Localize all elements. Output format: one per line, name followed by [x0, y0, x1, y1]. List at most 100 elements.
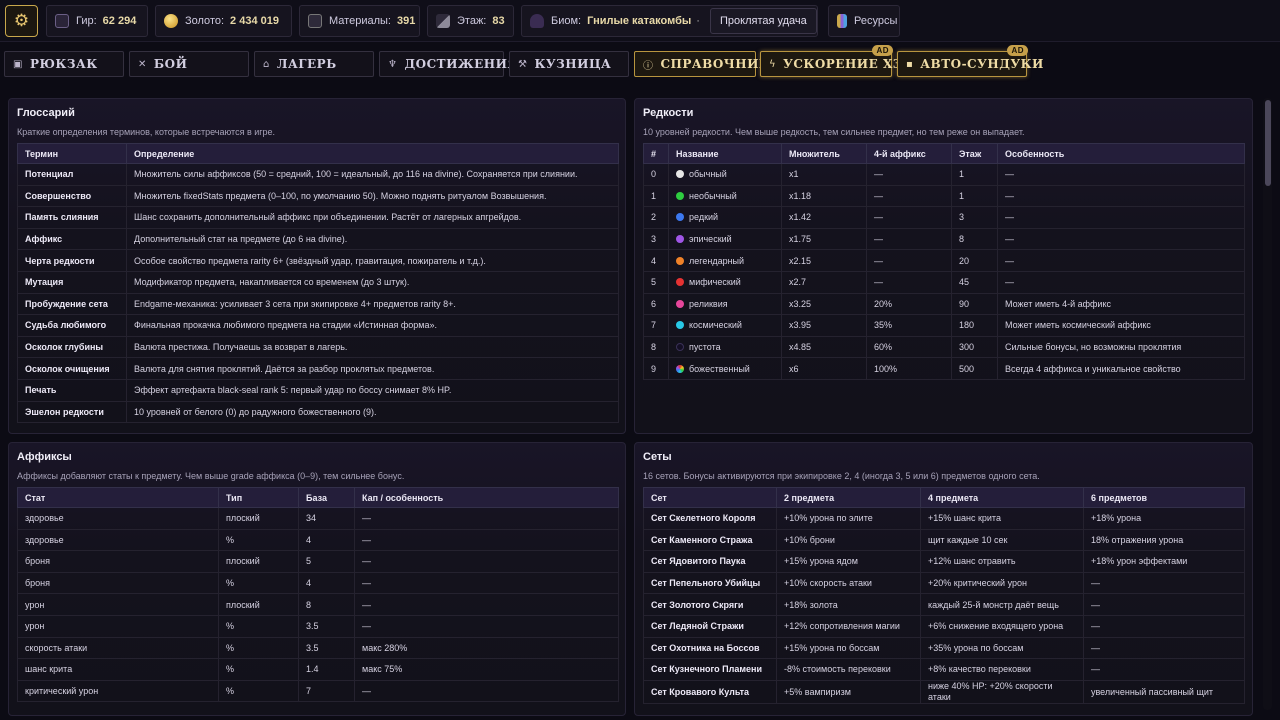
rarity-name: мифический [689, 277, 741, 288]
materials-label: Материалы: [329, 15, 391, 27]
column-header: 4-й аффикс [866, 143, 952, 164]
table-cell: шанс крита [17, 658, 219, 681]
rarity-color-dot [676, 343, 684, 352]
tab-auto-chests[interactable]: ▪ АВТО-СУНДУКИ AD [897, 45, 1043, 77]
table-cell: 300 [951, 335, 998, 359]
table-cell: Всегда 4 аффикса и уникальное свойство [997, 357, 1245, 380]
table-cell: 3 [951, 206, 998, 229]
table-cell: +8% качество перековки [920, 658, 1084, 681]
table-cell: — [997, 184, 1245, 208]
table-cell: — [1083, 593, 1245, 616]
table-cell: Endgame-механика: усиливает 3 сета при э… [126, 292, 619, 316]
tab-speedup-x3[interactable]: ϟ УСКОРЕНИЕ Х3 AD [760, 45, 901, 77]
rarity-name: пустота [689, 342, 721, 353]
affixes-title: Аффиксы [17, 451, 72, 463]
table-cell: +18% урона [1083, 507, 1245, 530]
table-cell: Потенциал [17, 163, 127, 186]
table-cell: % [218, 679, 299, 703]
table-row: броня% 4— [17, 571, 619, 595]
table-cell: 35% [866, 314, 952, 337]
table-cell: Дополнительный стат на предмете (до 6 на… [126, 227, 619, 251]
tab-backpack[interactable]: ▣ РЮКЗАК [4, 51, 124, 77]
table-cell: 3 [643, 227, 669, 251]
settings-button[interactable]: ⚙ [5, 5, 38, 37]
gear-stat-icon [55, 14, 69, 28]
table-cell: Сет Кузнечного Пламени [643, 658, 777, 681]
table-cell: 7 [643, 314, 669, 337]
column-header: 4 предмета [920, 487, 1084, 508]
table-cell: Совершенство [17, 184, 127, 208]
table-cell: Модификатор предмета, накапливается со в… [126, 270, 619, 294]
table-cell: x1 [781, 163, 867, 186]
sets-table: Сет 2 предмета 4 предмета 6 предметов Се… [643, 487, 1245, 704]
table-cell: необычный [668, 184, 782, 208]
affixes-subtitle: Аффиксы добавляют статы к предмету. Чем … [17, 471, 405, 481]
floor-value: 83 [492, 15, 505, 27]
table-row: Печать Эффект артефакта black-seal rank 5… [17, 378, 619, 402]
table-row: 2 редкий x1.42—3— [643, 206, 1245, 229]
table-cell: легендарный [668, 249, 782, 272]
table-cell: — [1083, 636, 1245, 660]
table-cell: Сет Кровавого Культа [643, 679, 777, 704]
table-cell: Сет Охотника на Боссов [643, 636, 777, 660]
table-cell: % [218, 658, 299, 681]
table-row: Сет Каменного Стража +10% брони щит каждые… [643, 528, 1245, 552]
table-cell: Множитель силы аффиксов (50 = средний, 1… [126, 163, 619, 186]
table-cell: x4.85 [781, 335, 867, 359]
table-row: Сет Кровавого Культа +5% вампиризм ниже 40… [643, 679, 1245, 704]
table-row: 3 эпический x1.75—8— [643, 227, 1245, 251]
table-cell: +10% скорость атаки [776, 571, 921, 595]
table-cell: 45 [951, 270, 998, 294]
tab-label: КУЗНИЦА [534, 57, 612, 71]
rarity-color-dot [676, 364, 684, 373]
table-header: # Название Множитель 4-й аффикс Этаж Осо… [643, 143, 1245, 164]
rarity-name: редкий [689, 212, 719, 223]
rarity-name: эпический [689, 234, 732, 245]
table-row: Мутация Модификатор предмета, накапливает… [17, 270, 619, 294]
table-row: Сет Ледяной Стражи +12% сопротивления маг… [643, 614, 1245, 638]
resources-button[interactable]: Ресурсы [828, 5, 900, 37]
table-cell: Печать [17, 378, 127, 402]
rarity-name: космический [689, 320, 742, 331]
table-cell: 100% [866, 357, 952, 380]
table-cell: Множитель fixedStats предмета (0–100, по… [126, 184, 619, 208]
tab-battle[interactable]: ✕ БОЙ [129, 51, 249, 77]
table-cell: щит каждые 10 сек [920, 528, 1084, 552]
column-header: Сет [643, 487, 777, 508]
table-cell: Эффект артефакта black-seal rank 5: перв… [126, 378, 619, 402]
tab-camp[interactable]: ⌂ ЛАГЕРЬ [254, 51, 374, 77]
table-cell: здоровье [17, 507, 219, 530]
column-header: Множитель [781, 143, 867, 164]
column-header: Стат [17, 487, 219, 508]
table-row: Осколок очищения Валюта для снятия прокля… [17, 357, 619, 380]
tab-achievements[interactable]: ♆ ДОСТИЖЕНИЯ [379, 51, 518, 77]
biome-value: Гнилые катакомбы [587, 15, 692, 27]
rarities-panel: Редкости 10 уровней редкости. Чем выше р… [634, 98, 1253, 434]
table-cell: увеличенный пассивный щит [1083, 679, 1245, 704]
table-cell: — [354, 528, 619, 552]
table-row: здоровье% 4— [17, 528, 619, 552]
table-cell: 6 [643, 292, 669, 316]
top-bar: ⚙ Гир: 62 294 Золото: 2 434 019 Материалы:… [0, 0, 1280, 42]
tab-label: ДОСТИЖЕНИЯ [404, 57, 519, 71]
table-row: Сет Скелетного Короля +10% урона по элите… [643, 507, 1245, 530]
table-cell: космический [668, 314, 782, 337]
table-cell: 180 [951, 314, 998, 337]
table-cell: 5 [643, 270, 669, 294]
scrollbar-track[interactable] [1263, 98, 1272, 710]
scrollbar-thumb[interactable] [1265, 100, 1271, 186]
cursed-luck-button[interactable]: Проклятая удача [710, 8, 817, 34]
column-header: Этаж [951, 143, 998, 164]
tab-handbook[interactable]: ⓘ СПРАВОЧНИК [634, 51, 770, 77]
table-row: Сет Золотого Скряги +18% золота каждый 25-… [643, 593, 1245, 616]
table-cell: плоский [218, 507, 299, 530]
table-cell: — [354, 507, 619, 530]
table-cell: x1.75 [781, 227, 867, 251]
table-cell: Эшелон редкости [17, 400, 127, 424]
table-header: Термин Определение [17, 143, 619, 164]
column-header: 6 предметов [1083, 487, 1245, 508]
table-cell: -8% стоимость перековки [776, 658, 921, 681]
gold-stat: Золото: 2 434 019 [155, 5, 292, 37]
tab-forge[interactable]: ⚒ КУЗНИЦА [509, 51, 629, 77]
sets-subtitle: 16 сетов. Бонусы активируются при экипир… [643, 471, 1040, 481]
